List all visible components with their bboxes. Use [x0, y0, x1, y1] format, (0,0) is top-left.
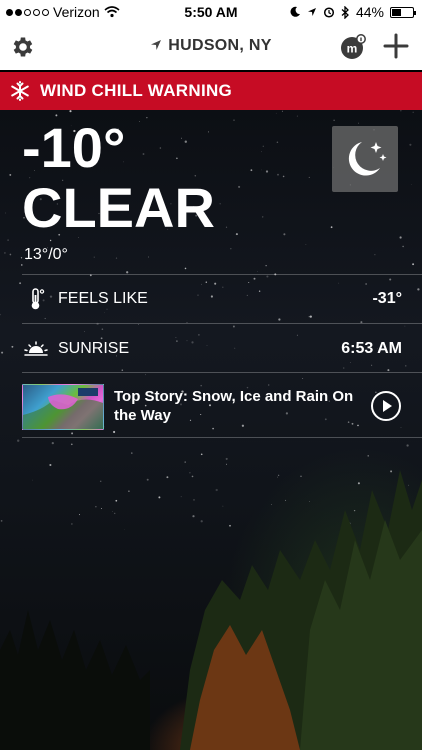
warning-label: WIND CHILL WARNING [40, 81, 233, 100]
thermometer-icon [31, 288, 45, 310]
feels-like-value: -31° [372, 290, 402, 307]
nav-bar: HUDSON, NY m [0, 24, 422, 70]
mi-logo-icon[interactable]: m [340, 34, 366, 60]
svg-text:m: m [347, 42, 358, 56]
do-not-disturb-moon-icon [290, 6, 300, 17]
divider [22, 372, 422, 373]
divider [22, 274, 422, 275]
status-right: 44% [289, 4, 416, 20]
current-condition: CLEAR [22, 176, 215, 239]
current-temperature: -10° [22, 116, 126, 179]
forest-silhouette [0, 470, 422, 750]
story-title: Top Story: Snow, Ice and Rain On the Way [114, 388, 354, 424]
story-thumbnail [22, 384, 104, 430]
wind-chill-warning-banner[interactable]: WIND CHILL WARNING [0, 72, 422, 110]
battery-fill [392, 8, 401, 16]
divider [22, 323, 422, 324]
sunrise-icon [24, 341, 48, 356]
moon-stars-icon [348, 142, 387, 176]
battery-icon [390, 6, 416, 18]
battery-percentage: 44% [355, 4, 384, 20]
top-story-card[interactable]: Top Story: Snow, Ice and Rain On the Way [22, 382, 402, 432]
status-bar: Verizon 5:50 AM 44% [0, 0, 422, 24]
divider [22, 437, 422, 438]
sunrise-value: 6:53 AM [341, 340, 402, 357]
bluetooth-icon [341, 5, 349, 19]
feels-like-label: FEELS LIKE [58, 290, 148, 307]
play-icon[interactable] [370, 390, 402, 422]
condition-icon-tile [332, 126, 398, 192]
weather-map-thumbnail [23, 388, 103, 429]
location-services-icon [307, 8, 316, 16]
location-name: HUDSON, NY [168, 37, 272, 54]
plus-icon[interactable] [382, 32, 410, 60]
feels-like-row: FEELS LIKE -31° [24, 284, 402, 314]
sunrise-label: SUNRISE [58, 340, 130, 357]
hi-lo-temperature: 13°/0° [24, 246, 68, 263]
location-arrow-icon [151, 40, 162, 50]
alarm-icon [323, 7, 335, 18]
snowflake-icon [11, 81, 29, 101]
sunrise-row: SUNRISE 6:53 AM [24, 334, 402, 364]
